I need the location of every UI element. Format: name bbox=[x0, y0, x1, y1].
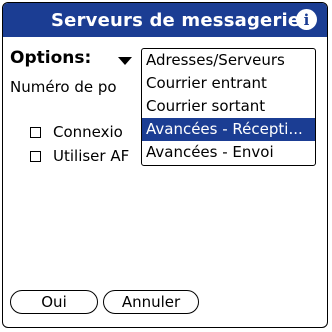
menu-item-addresses-servers[interactable]: Adresses/Serveurs bbox=[142, 49, 315, 72]
menu-item-outgoing-mail[interactable]: Courrier sortant bbox=[142, 95, 315, 118]
use-apop-checkbox-row[interactable]: Utiliser AF bbox=[30, 146, 129, 166]
connection-checkbox-label: Connexio bbox=[53, 123, 123, 141]
cancel-button[interactable]: Annuler bbox=[103, 290, 199, 314]
connection-checkbox-row[interactable]: Connexio bbox=[30, 122, 123, 142]
use-apop-checkbox-label: Utiliser AF bbox=[53, 147, 130, 165]
chevron-down-icon[interactable] bbox=[118, 57, 132, 65]
port-number-label: Numéro de po bbox=[10, 78, 117, 96]
menu-item-advanced-send[interactable]: Avancées - Envoi bbox=[142, 141, 315, 164]
info-icon[interactable]: i bbox=[296, 9, 317, 30]
menu-item-advanced-receive[interactable]: Avancées - Récepti... bbox=[142, 118, 315, 141]
menu-item-incoming-mail[interactable]: Courrier entrant bbox=[142, 72, 315, 95]
connection-checkbox[interactable] bbox=[30, 126, 41, 138]
use-apop-checkbox[interactable] bbox=[30, 150, 41, 162]
title-bar: Serveurs de messagerie i bbox=[3, 3, 327, 37]
options-label[interactable]: Options: bbox=[10, 48, 91, 68]
ok-button[interactable]: Oui bbox=[10, 290, 98, 314]
options-dropdown-menu[interactable]: Adresses/Serveurs Courrier entrant Courr… bbox=[141, 48, 316, 166]
window-title: Serveurs de messagerie bbox=[51, 10, 301, 31]
